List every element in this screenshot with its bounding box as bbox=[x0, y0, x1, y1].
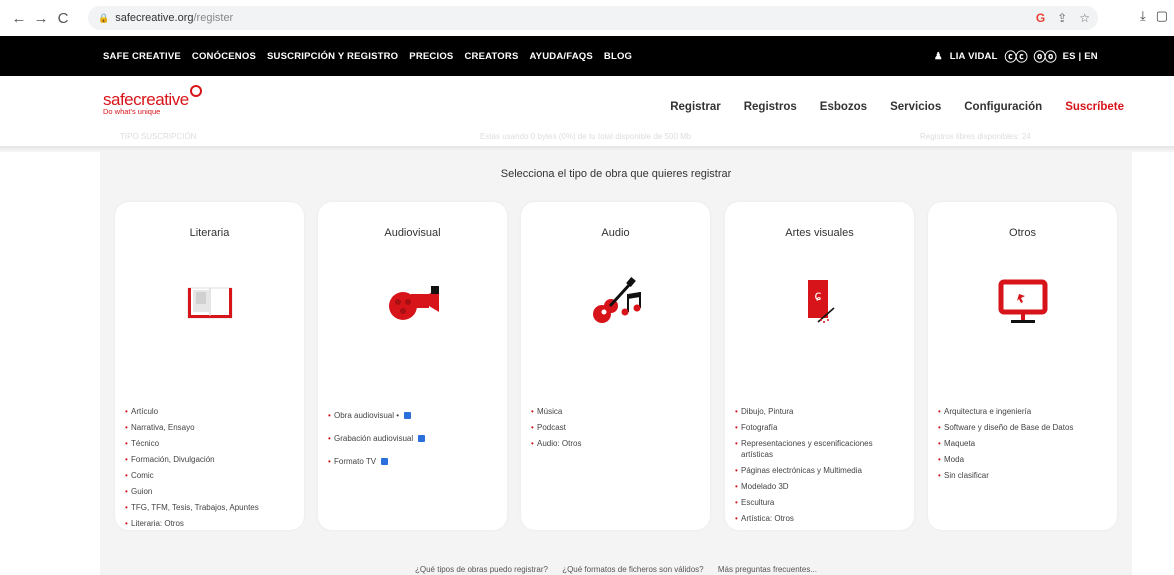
svg-text:ɕ: ɕ bbox=[814, 289, 821, 304]
category-card-audiovisual[interactable]: Audiovisual Obra audiovisual • Grabación… bbox=[318, 202, 507, 530]
category-card-otros[interactable]: Otros Arquitectura e ingeniería Software… bbox=[928, 202, 1117, 530]
category-card-literaria[interactable]: Literaria Artículo Narrativa, Ensayo Téc… bbox=[115, 202, 304, 532]
list-item[interactable]: Artículo bbox=[125, 404, 294, 420]
category-title: Artes visuales bbox=[785, 227, 854, 239]
list-item[interactable]: TFG, TFM, Tesis, Trabajos, Apuntes bbox=[125, 500, 294, 516]
safecreative-logo[interactable]: safecreative Do what's unique bbox=[103, 85, 202, 116]
download-icon[interactable]: ⤓ bbox=[1140, 8, 1146, 24]
list-item[interactable]: Artística: Otros bbox=[735, 511, 904, 527]
info-icon[interactable] bbox=[404, 412, 412, 420]
book-icon bbox=[187, 287, 232, 319]
list-item[interactable]: Fotografía bbox=[735, 420, 904, 436]
topnav-safe-creative[interactable]: SAFE CREATIVE bbox=[103, 51, 181, 62]
free-registrations: Registros libres disponibles: 24 bbox=[920, 132, 1031, 141]
list-item[interactable]: Formato TV bbox=[328, 450, 497, 473]
bookmark-star-icon[interactable]: ☆ bbox=[1079, 11, 1090, 25]
topnav-precios[interactable]: PRECIOS bbox=[409, 51, 453, 62]
list-item[interactable]: Música bbox=[531, 404, 700, 420]
category-title: Audio bbox=[601, 227, 630, 239]
reload-icon[interactable]: C bbox=[52, 7, 74, 29]
info-icon[interactable] bbox=[381, 458, 389, 466]
list-item[interactable]: Arquitectura e ingeniería bbox=[938, 404, 1107, 420]
faq-link-more[interactable]: Más preguntas frecuentes... bbox=[718, 565, 817, 574]
storage-usage: Estás usando 0 bytes (0%) de tu total di… bbox=[480, 132, 692, 141]
category-title: Literaria bbox=[189, 227, 230, 239]
list-item[interactable]: Maqueta bbox=[938, 436, 1107, 452]
browser-toolbar: ← → C 🔒 safecreative.org /register G ⇪ ☆… bbox=[0, 0, 1174, 36]
forward-icon[interactable]: → bbox=[30, 7, 52, 29]
logo-mark-icon bbox=[189, 85, 202, 97]
list-item[interactable]: Comic bbox=[125, 468, 294, 484]
list-item[interactable]: Sin clasificar bbox=[938, 468, 1107, 484]
menu-esbozos[interactable]: Esbozos bbox=[820, 101, 867, 113]
menu-configuracion[interactable]: Configuración bbox=[964, 101, 1042, 113]
list-item[interactable]: Representaciones y escenificaciones artí… bbox=[735, 436, 904, 463]
topnav-creators[interactable]: CREATORS bbox=[464, 51, 518, 62]
url-host: safecreative.org bbox=[115, 12, 194, 24]
list-item[interactable]: Formación, Divulgación bbox=[125, 452, 294, 468]
user-name[interactable]: LIA VIDAL bbox=[950, 51, 998, 62]
list-item[interactable]: Narrativa, Ensayo bbox=[125, 420, 294, 436]
subscription-status-strip: TIPO SUSCRIPCIÓN Estás usando 0 bytes (0… bbox=[120, 132, 1120, 146]
url-path: /register bbox=[193, 12, 234, 24]
top-navigation: SAFE CREATIVE CONÓCENOS SUSCRIPCIÓN Y RE… bbox=[0, 36, 1174, 76]
category-card-artes-visuales[interactable]: Artes visuales ɕ Dibujo, Pintura Fotogra… bbox=[725, 202, 914, 530]
list-item[interactable]: Modelado 3D bbox=[735, 479, 904, 495]
list-item[interactable]: Podcast bbox=[531, 420, 700, 436]
google-icon[interactable]: G bbox=[1036, 11, 1045, 25]
list-item[interactable]: Guion bbox=[125, 484, 294, 500]
cc-badge-icon: ⓒⓒ bbox=[1004, 49, 1028, 64]
list-item[interactable]: Software y diseño de Base de Datos bbox=[938, 420, 1107, 436]
faq-link-types[interactable]: ¿Qué tipos de obras puedo registrar? bbox=[415, 565, 548, 574]
menu-registros[interactable]: Registros bbox=[744, 101, 797, 113]
address-bar[interactable]: 🔒 safecreative.org /register G ⇪ ☆ bbox=[88, 6, 1098, 30]
info-icon[interactable] bbox=[418, 435, 426, 443]
window-icon[interactable]: ▢ bbox=[1156, 8, 1168, 24]
topnav-conocenos[interactable]: CONÓCENOS bbox=[192, 51, 256, 62]
page-prompt: Selecciona el tipo de obra que quieres r… bbox=[500, 168, 732, 180]
lock-icon: 🔒 bbox=[98, 12, 110, 23]
category-title: Audiovisual bbox=[384, 227, 441, 239]
site-header: safecreative Do what's unique Registrar … bbox=[0, 76, 1174, 146]
list-item[interactable]: Audio: Otros bbox=[531, 436, 700, 452]
register-panel: Selecciona el tipo de obra que quieres r… bbox=[100, 152, 1132, 575]
subscribe-link[interactable]: Suscríbete bbox=[1065, 101, 1124, 113]
list-item[interactable]: Moda bbox=[938, 452, 1107, 468]
topnav-ayuda[interactable]: AYUDA/FAQS bbox=[529, 51, 592, 62]
list-item[interactable]: Obra audiovisual • bbox=[328, 404, 497, 427]
topnav-blog[interactable]: BLOG bbox=[604, 51, 632, 62]
menu-registrar[interactable]: Registrar bbox=[670, 101, 721, 113]
list-item[interactable]: Grabación audiovisual bbox=[328, 427, 497, 450]
list-item[interactable]: Literaria: Otros bbox=[125, 516, 294, 532]
film-camera-icon bbox=[388, 286, 439, 320]
subscription-type: TIPO SUSCRIPCIÓN bbox=[120, 132, 197, 141]
monitor-icon bbox=[998, 279, 1047, 323]
cc-badge-icon-2: ⓞⓞ bbox=[1033, 49, 1057, 64]
menu-servicios[interactable]: Servicios bbox=[890, 101, 941, 113]
category-card-audio[interactable]: Audio Música Podcast Audio: Otros bbox=[521, 202, 710, 530]
user-icon: ♟ bbox=[934, 50, 943, 62]
category-title: Otros bbox=[1009, 227, 1036, 239]
language-switch[interactable]: ES | EN bbox=[1063, 51, 1098, 62]
list-item[interactable]: Escultura bbox=[735, 495, 904, 511]
back-icon[interactable]: ← bbox=[8, 7, 30, 29]
guitar-icon bbox=[592, 277, 641, 323]
list-item[interactable]: Páginas electrónicas y Multimedia bbox=[735, 463, 904, 479]
list-item[interactable]: Técnico bbox=[125, 436, 294, 452]
painting-icon: ɕ bbox=[807, 280, 834, 323]
faq-link-formats[interactable]: ¿Qué formatos de ficheros son válidos? bbox=[562, 565, 703, 574]
list-item[interactable]: Dibujo, Pintura bbox=[735, 404, 904, 420]
faq-links: ¿Qué tipos de obras puedo registrar? ¿Qu… bbox=[100, 565, 1132, 574]
share-icon[interactable]: ⇪ bbox=[1057, 11, 1067, 25]
topnav-suscripcion[interactable]: SUSCRIPCIÓN Y REGISTRO bbox=[267, 51, 398, 62]
